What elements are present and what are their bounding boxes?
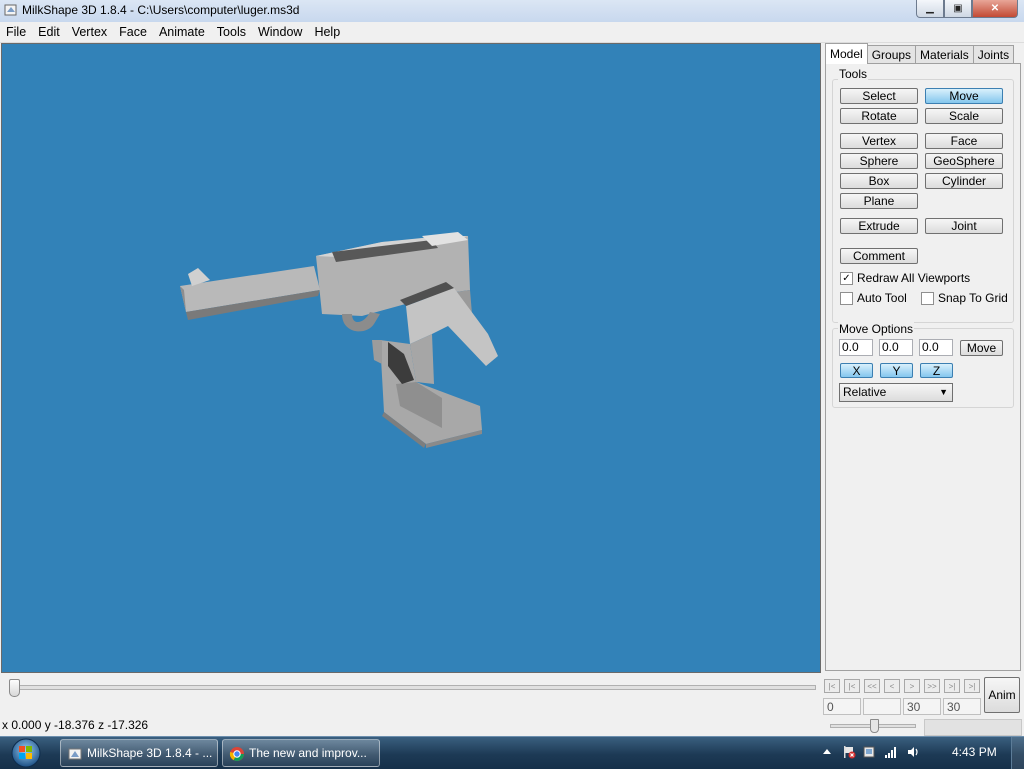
rewind-button[interactable]: << [864, 679, 880, 693]
box-button[interactable]: Box [840, 173, 918, 189]
volume-icon[interactable] [906, 745, 920, 759]
model-panel: Model Groups Materials Joints Tools Sele… [823, 43, 1024, 673]
move-button[interactable]: Move [925, 88, 1003, 104]
rotate-button[interactable]: Rotate [840, 108, 918, 124]
prev-frame-button[interactable]: < [884, 679, 900, 693]
start-frame-field[interactable]: 30 [903, 698, 941, 715]
tab-materials[interactable]: Materials [915, 45, 974, 64]
redraw-all-viewports-label: Redraw All Viewports [857, 271, 971, 285]
panel-tabs: Model Groups Materials Joints [825, 43, 1015, 64]
show-desktop-button[interactable] [1011, 737, 1024, 769]
move-z-input[interactable]: 0.0 [919, 339, 953, 356]
scale-button[interactable]: Scale [925, 108, 1003, 124]
device-icon[interactable] [862, 745, 876, 759]
joint-button[interactable]: Joint [925, 218, 1003, 234]
start-button-icon[interactable] [4, 737, 48, 769]
auto-tool-option[interactable]: Auto Tool [840, 291, 907, 305]
redraw-all-viewports-option[interactable]: ✓ Redraw All Viewports [840, 271, 970, 285]
menu-animate[interactable]: Animate [153, 22, 211, 42]
model-tab-body: Tools Select Move Rotate Scale Vertex Fa… [825, 63, 1021, 671]
timeline-track[interactable] [12, 685, 816, 690]
apply-move-button[interactable]: Move [960, 340, 1003, 356]
action-center-flag-icon[interactable] [842, 745, 856, 759]
face-button[interactable]: Face [925, 133, 1003, 149]
milkshape-app-icon [4, 4, 17, 16]
last-frame-button[interactable]: >| [964, 679, 980, 693]
plane-button[interactable]: Plane [840, 193, 918, 209]
menu-file[interactable]: File [0, 22, 32, 42]
status-field [924, 719, 1022, 736]
animation-timeline: |< |< << < > >> >| >| 0 30 30 Anim [0, 674, 1024, 716]
playback-speed-thumb[interactable] [870, 719, 879, 733]
move-x-input[interactable]: 0.0 [839, 339, 873, 356]
snap-to-grid-option[interactable]: Snap To Grid [921, 291, 1008, 305]
auto-tool-checkbox[interactable] [840, 291, 853, 305]
3d-viewport[interactable] [1, 43, 821, 673]
network-signal-icon[interactable] [884, 745, 898, 759]
taskbar-item-chrome[interactable]: The new and improv... [222, 739, 380, 767]
menu-help[interactable]: Help [308, 22, 346, 42]
title-bar[interactable]: MilkShape 3D 1.8.4 - C:\Users\computer\l… [0, 0, 1024, 23]
tab-joints[interactable]: Joints [972, 45, 1015, 64]
cylinder-button[interactable]: Cylinder [925, 173, 1003, 189]
taskbar-item-label: MilkShape 3D 1.8.4 - ... [87, 746, 213, 760]
taskbar-item-label: The new and improv... [249, 746, 367, 760]
minimize-button[interactable]: ▁ [916, 0, 944, 18]
window-controls: ▁ ▣ ✕ [916, 0, 1018, 18]
menu-window[interactable]: Window [252, 22, 308, 42]
cursor-coordinates: x 0.000 y -18.376 z -17.326 [2, 718, 149, 732]
menu-bar: File Edit Vertex Face Animate Tools Wind… [0, 22, 1024, 43]
chevron-down-icon: ▼ [939, 387, 948, 397]
tab-model[interactable]: Model [825, 43, 868, 64]
menu-vertex[interactable]: Vertex [66, 22, 113, 42]
timeline-slider-thumb[interactable] [9, 679, 20, 697]
move-mode-dropdown[interactable]: Relative ▼ [839, 383, 953, 402]
comment-button[interactable]: Comment [840, 248, 918, 264]
fast-forward-button[interactable]: >> [924, 679, 940, 693]
x-axis-toggle[interactable]: X [840, 363, 873, 378]
pistol-model [180, 232, 498, 448]
next-frame-button[interactable]: > [904, 679, 920, 693]
show-hidden-icons-icon[interactable] [820, 745, 834, 759]
auto-tool-label: Auto Tool [857, 291, 907, 305]
geosphere-button[interactable]: GeoSphere [925, 153, 1003, 169]
end-frame-field[interactable]: 30 [943, 698, 981, 715]
taskbar-item-milkshape[interactable]: MilkShape 3D 1.8.4 - ... [60, 739, 218, 767]
select-button[interactable]: Select [840, 88, 918, 104]
tools-label: Tools [838, 67, 869, 81]
anim-button[interactable]: Anim [984, 677, 1020, 713]
first-frame-button[interactable]: |< [824, 679, 840, 693]
taskbar-clock[interactable]: 4:43 PM [952, 745, 997, 759]
taskbar: MilkShape 3D 1.8.4 - ... The new and imp… [0, 736, 1024, 769]
status-bar: x 0.000 y -18.376 z -17.326 [0, 716, 1024, 736]
vertex-button[interactable]: Vertex [840, 133, 918, 149]
system-tray: 4:43 PM [814, 737, 1024, 769]
redraw-all-viewports-checkbox[interactable]: ✓ [840, 271, 853, 285]
y-axis-toggle[interactable]: Y [880, 363, 913, 378]
prev-keyframe-button[interactable]: |< [844, 679, 860, 693]
close-button[interactable]: ✕ [972, 0, 1018, 18]
menu-tools[interactable]: Tools [211, 22, 252, 42]
frame-field[interactable] [863, 698, 901, 715]
menu-edit[interactable]: Edit [32, 22, 66, 42]
sphere-button[interactable]: Sphere [840, 153, 918, 169]
chrome-icon [229, 747, 244, 761]
tab-groups[interactable]: Groups [866, 45, 917, 64]
next-keyframe-button[interactable]: >| [944, 679, 960, 693]
current-frame-field[interactable]: 0 [823, 698, 861, 715]
maximize-button[interactable]: ▣ [944, 0, 972, 18]
snap-to-grid-label: Snap To Grid [938, 291, 1008, 305]
move-options-label: Move Options [838, 322, 915, 336]
move-y-input[interactable]: 0.0 [879, 339, 913, 356]
window-title: MilkShape 3D 1.8.4 - C:\Users\computer\l… [22, 3, 300, 17]
snap-to-grid-checkbox[interactable] [921, 291, 934, 305]
extrude-button[interactable]: Extrude [840, 218, 918, 234]
milkshape-icon [68, 748, 82, 760]
menu-face[interactable]: Face [113, 22, 153, 42]
move-mode-value: Relative [843, 385, 887, 399]
z-axis-toggle[interactable]: Z [920, 363, 953, 378]
